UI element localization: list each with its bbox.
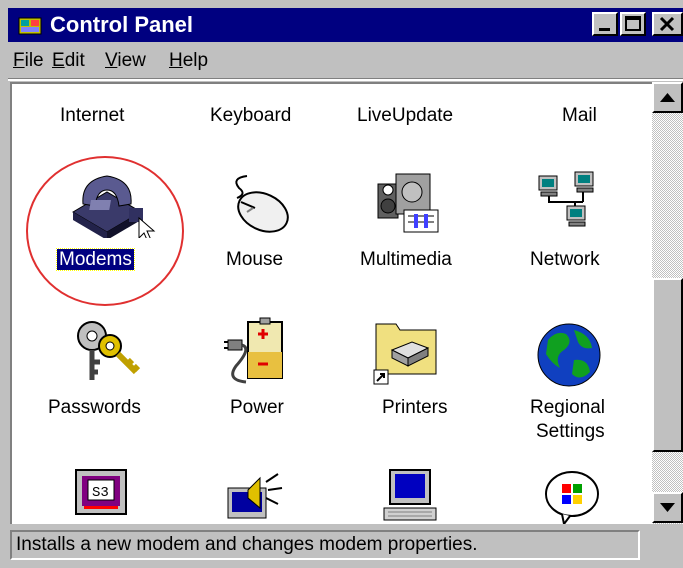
- highlight-circle: [26, 156, 184, 306]
- svg-text:S3: S3: [92, 485, 109, 501]
- sounds-speaker-icon[interactable]: [226, 468, 290, 524]
- menu-separator: [8, 78, 683, 81]
- maximize-button[interactable]: [620, 12, 646, 36]
- item-modems-label[interactable]: Modems: [56, 248, 135, 271]
- status-text: Installs a new modem and changes modem p…: [10, 530, 640, 560]
- menu-file-accel: F: [13, 50, 25, 71]
- mouse-icon[interactable]: [227, 172, 297, 241]
- scroll-up-button[interactable]: [652, 82, 683, 113]
- windows-logo-icon[interactable]: [542, 470, 602, 524]
- item-passwords-label[interactable]: Passwords: [48, 396, 141, 419]
- item-regional-settings-label-2[interactable]: Settings: [536, 420, 605, 443]
- network-icon[interactable]: [537, 170, 601, 239]
- scroll-down-button[interactable]: [652, 492, 683, 523]
- item-regional-settings-label-1[interactable]: Regional: [530, 396, 605, 419]
- menu-file[interactable]: File: [13, 50, 44, 72]
- item-mail-label[interactable]: Mail: [562, 104, 597, 127]
- globe-icon[interactable]: [534, 320, 604, 395]
- status-bar: Installs a new modem and changes modem p…: [8, 528, 668, 562]
- control-panel-window: Control Panel File Edit View Help Intern…: [0, 0, 683, 568]
- item-multimedia-label[interactable]: Multimedia: [360, 248, 452, 271]
- menu-help-accel: H: [169, 50, 183, 71]
- minimize-button[interactable]: [592, 12, 618, 36]
- item-internet-label[interactable]: Internet: [60, 104, 124, 127]
- item-keyboard-label[interactable]: Keyboard: [210, 104, 291, 127]
- menu-edit-accel: E: [52, 50, 65, 71]
- close-button[interactable]: [652, 12, 683, 36]
- menu-view-accel: V: [105, 50, 118, 71]
- item-network-label[interactable]: Network: [530, 248, 600, 271]
- keys-icon[interactable]: [72, 316, 144, 391]
- control-panel-icon: [18, 14, 42, 36]
- item-modems-selected-text: Modems: [56, 248, 135, 271]
- icon-view: Internet Keyboard LiveUpdate Mail Modems: [10, 82, 652, 524]
- item-printers-label[interactable]: Printers: [382, 396, 447, 419]
- window-title: Control Panel: [50, 12, 194, 37]
- multimedia-icon[interactable]: [374, 170, 450, 245]
- menu-view[interactable]: View: [105, 50, 146, 72]
- menu-file-rest: ile: [24, 50, 44, 71]
- menu-edit[interactable]: Edit: [52, 50, 85, 72]
- item-liveupdate-label[interactable]: LiveUpdate: [357, 104, 453, 127]
- menu-help-rest: elp: [182, 50, 209, 71]
- item-power-label[interactable]: Power: [230, 396, 284, 419]
- menu-edit-rest: dit: [64, 50, 85, 71]
- power-battery-icon[interactable]: [222, 316, 292, 393]
- menu-help[interactable]: Help: [169, 50, 208, 72]
- scroll-thumb[interactable]: [652, 278, 683, 452]
- display-monitor-icon[interactable]: S3: [74, 468, 136, 524]
- title-bar[interactable]: Control Panel: [8, 8, 683, 42]
- system-computer-icon[interactable]: [380, 468, 444, 524]
- printer-folder-icon[interactable]: [372, 316, 442, 393]
- menu-view-rest: iew: [117, 50, 146, 71]
- item-mouse-label[interactable]: Mouse: [226, 248, 283, 271]
- vertical-scrollbar[interactable]: [652, 82, 683, 524]
- menu-bar: File Edit View Help: [8, 44, 683, 78]
